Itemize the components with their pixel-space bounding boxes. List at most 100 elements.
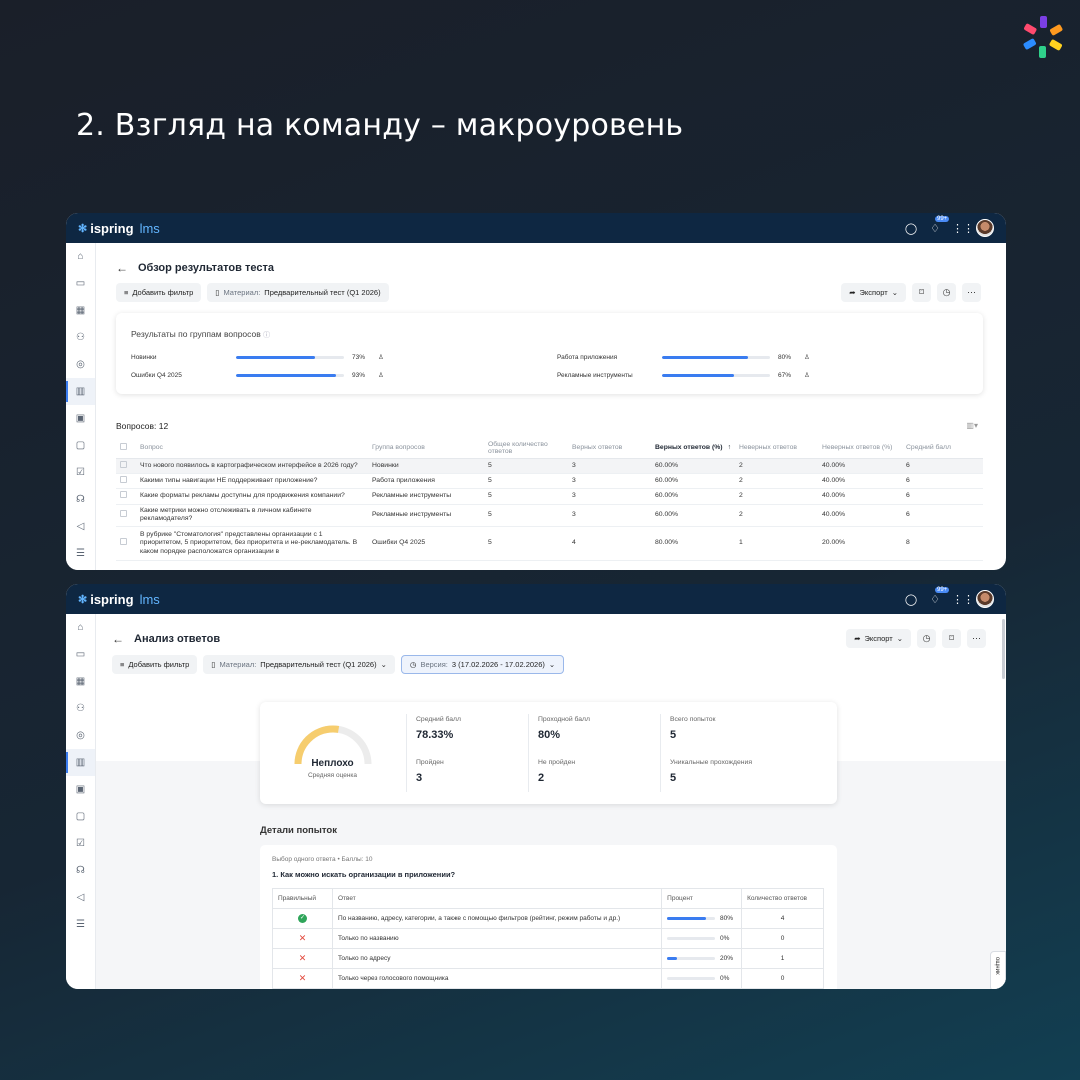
select-all-checkbox[interactable]	[120, 443, 127, 451]
support-icon[interactable]: ☊	[66, 857, 95, 884]
material-filter[interactable]: ▯ Материал: Предварительный тест (Q1 2026)…	[203, 655, 395, 674]
bookmark-button[interactable]: ⌑	[912, 283, 931, 302]
home-icon[interactable]: ⌂	[66, 614, 95, 641]
support-icon[interactable]: ☊	[66, 486, 95, 513]
row-checkbox[interactable]	[120, 538, 127, 546]
answer-percent: 20%	[719, 955, 733, 962]
column-header[interactable]: Общее количество ответов	[484, 438, 568, 459]
column-header[interactable]: Неверных ответов (%)	[818, 438, 902, 459]
table-row[interactable]: Что нового появилось в картографическом …	[116, 458, 983, 475]
ispring-logo-icon: ✻	[78, 593, 88, 606]
bookmark-button[interactable]: ⌑	[942, 629, 961, 648]
cross-icon: ✕	[298, 953, 307, 963]
column-header[interactable]: Группа вопросов	[368, 438, 484, 459]
table-row[interactable]: Какими типы навигации НЕ поддерживает пр…	[116, 473, 983, 490]
user-icon[interactable]: ♙	[804, 371, 810, 379]
target-icon[interactable]: ◎	[66, 722, 95, 749]
table-cell: Какими типы навигации НЕ поддерживает пр…	[136, 473, 368, 490]
answer-progress-bar	[667, 956, 716, 960]
megaphone-icon[interactable]: ◁	[66, 513, 95, 540]
stat-avg-score: Средний балл 78.33%	[416, 716, 461, 741]
row-checkbox[interactable]	[120, 491, 127, 499]
main-content: ← Обзор результатов теста ≡ Добавить филь…	[96, 243, 1006, 570]
message-icon[interactable]: ▢	[66, 803, 95, 830]
target-icon[interactable]: ◎	[66, 351, 95, 378]
export-button[interactable]: ➦ Экспорт ⌄	[846, 629, 911, 648]
column-header-sorted[interactable]: Верных ответов (%) ↑	[651, 438, 735, 459]
user-icon[interactable]: ♙	[378, 353, 384, 361]
history-button[interactable]: ◷	[937, 283, 956, 302]
megaphone-icon[interactable]: ◁	[66, 884, 95, 911]
document-icon: ▯	[215, 288, 220, 297]
reports-icon[interactable]: ▥	[66, 378, 95, 405]
back-arrow-icon[interactable]: ←	[112, 632, 124, 646]
gauge-label: Неплохо	[311, 758, 354, 769]
scrollbar[interactable]	[1002, 619, 1005, 679]
notification-badge: 99+	[935, 586, 950, 593]
chat-icon[interactable]: ◯	[904, 222, 918, 235]
add-filter-button[interactable]: ≡ Добавить фильтр	[116, 283, 202, 302]
column-header[interactable]: Вопрос	[136, 438, 368, 459]
book-icon[interactable]: ▭	[66, 270, 95, 297]
calendar-icon[interactable]: ▦	[66, 297, 95, 324]
table-cell: 6	[902, 504, 983, 527]
users-icon[interactable]: ⚇	[66, 695, 95, 722]
more-button[interactable]: ⋯	[967, 629, 986, 648]
version-filter[interactable]: ◷ Версия: 3 (17.02.2026 - 17.02.2026) ⌄	[400, 655, 565, 674]
export-button[interactable]: ➦ Экспорт ⌄	[841, 283, 906, 302]
message-icon[interactable]: ▢	[66, 432, 95, 459]
checklist-icon[interactable]: ☑	[66, 459, 95, 486]
column-header[interactable]: Средний балл	[902, 438, 983, 459]
user-icon[interactable]: ♙	[804, 353, 810, 361]
table-cell: 40.00%	[818, 488, 902, 505]
table-cell: 6	[902, 458, 983, 475]
book-icon[interactable]: ▭	[66, 641, 95, 668]
checklist-icon[interactable]: ☑	[66, 830, 95, 857]
answer-row: ✓ По названию, адресу, категории, а также…	[272, 908, 824, 929]
apps-grid-icon[interactable]: ⋮⋮	[952, 593, 974, 606]
table-row[interactable]: Какие метрики можно отслеживать в личном…	[116, 504, 983, 527]
row-checkbox[interactable]	[120, 460, 127, 468]
table-row[interactable]: В рубрике "Стоматология" представлены ор…	[116, 526, 983, 561]
users-icon[interactable]: ⚇	[66, 324, 95, 351]
task-icon[interactable]: ▣	[66, 776, 95, 803]
column-header[interactable]: Неверных ответов	[735, 438, 818, 459]
app-brand[interactable]: ✻ ispring lms	[78, 592, 160, 607]
answer-text: По названию, адресу, категории, а также …	[331, 908, 663, 929]
avatar[interactable]	[976, 590, 994, 608]
reports-icon[interactable]: ▥	[66, 749, 95, 776]
apps-grid-icon[interactable]: ⋮⋮	[952, 222, 974, 235]
settings-icon[interactable]: ☰	[66, 911, 95, 938]
more-button[interactable]: ⋯	[962, 283, 981, 302]
row-checkbox[interactable]	[120, 475, 127, 483]
app-brand[interactable]: ✻ ispring lms	[78, 221, 160, 236]
info-icon[interactable]: ⓘ	[263, 332, 270, 339]
chat-icon[interactable]: ◯	[904, 593, 918, 606]
task-icon[interactable]: ▣	[66, 405, 95, 432]
answer-row: ✕ Только через голосового помощника 0% 0	[272, 968, 824, 989]
columns-settings-icon[interactable]: ▥▾	[966, 421, 978, 430]
table-row[interactable]: Какие форматы рекламы доступны для продв…	[116, 488, 983, 505]
material-filter[interactable]: ▯ Материал: Предварительный тест (Q1 2026)	[207, 283, 389, 302]
settings-icon[interactable]: ☰	[66, 540, 95, 567]
stat-unique: Уникальные прохождения 5	[670, 759, 752, 784]
table-cell: 60.00%	[651, 488, 735, 505]
back-arrow-icon[interactable]: ←	[116, 261, 128, 275]
column-header[interactable]: Верных ответов	[568, 438, 651, 459]
stat-failed: Не пройден 2	[538, 759, 576, 784]
row-checkbox[interactable]	[120, 510, 127, 518]
history-button[interactable]: ◷	[917, 629, 936, 648]
chevron-down-icon: ⌄	[548, 660, 556, 669]
group-row: Работа приложения 80% ♙	[557, 353, 810, 362]
avatar[interactable]	[976, 219, 994, 237]
table-cell: 60.00%	[651, 504, 735, 527]
answer-percent: 0%	[719, 935, 730, 942]
user-icon[interactable]: ♙	[378, 371, 384, 379]
calendar-icon[interactable]: ▦	[66, 668, 95, 695]
bell-icon[interactable]: ♢ 99+	[928, 215, 950, 235]
add-filter-button[interactable]: ≡ Добавить фильтр	[112, 655, 198, 674]
home-icon[interactable]: ⌂	[66, 243, 95, 270]
answer-percent: 80%	[719, 915, 733, 922]
bell-icon[interactable]: ♢ 99+	[928, 586, 950, 606]
side-tab[interactable]: ощник	[990, 951, 1006, 989]
